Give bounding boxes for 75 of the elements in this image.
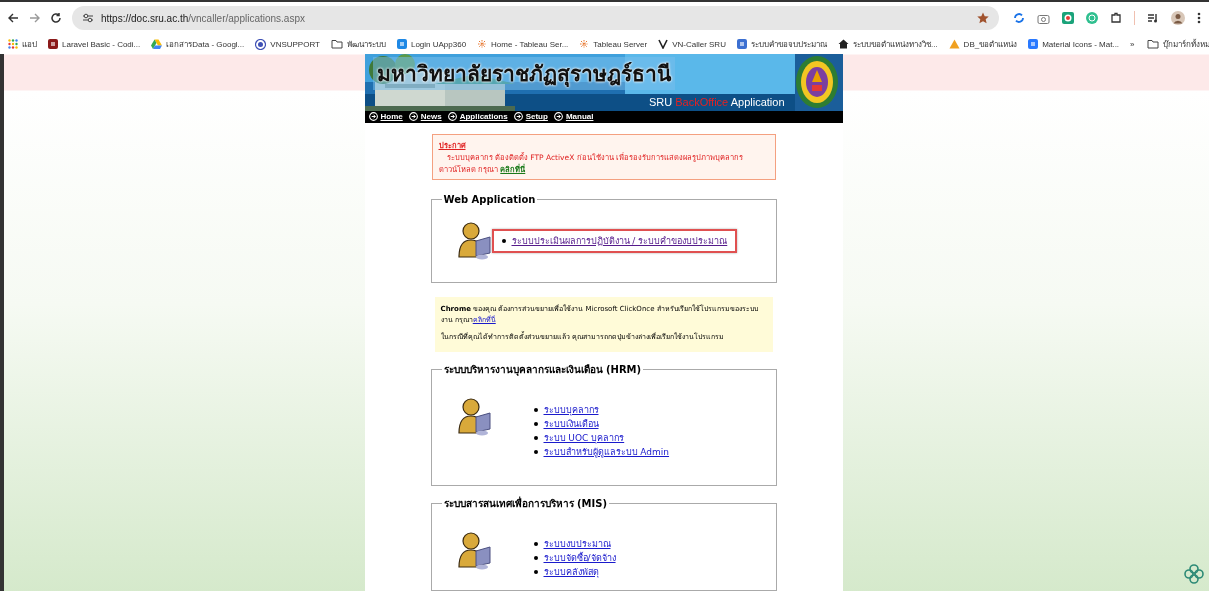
app-link[interactable]: ระบบเงินเดือน: [543, 417, 599, 432]
cross-favicon-icon[interactable]: [579, 39, 590, 49]
folder-icon[interactable]: [1146, 39, 1159, 49]
sync-icon[interactable]: [1013, 12, 1025, 24]
arrow-circle-icon: [447, 112, 457, 122]
arrow-circle-icon: [408, 112, 418, 122]
section-legend: Web Application: [441, 193, 538, 205]
house-icon[interactable]: [837, 39, 849, 49]
app-link[interactable]: ระบบบุคลากร: [543, 403, 599, 418]
all-bookmarks-item[interactable]: บุ๊กมาร์กทั้งหม: [1162, 37, 1209, 51]
bookmark-item[interactable]: Tableau Server: [593, 39, 648, 49]
bookmark-item[interactable]: VNSUPPORT: [270, 39, 320, 49]
bookmark-item[interactable]: พัฒนาระบบ: [346, 37, 386, 51]
nav-link[interactable]: News: [408, 112, 442, 122]
flower-icon[interactable]: [1183, 563, 1205, 585]
bullet-icon: [533, 569, 538, 574]
bookmark-item[interactable]: ระบบขอตำแหน่งทางวิช...: [852, 37, 938, 51]
site-settings-icon[interactable]: [82, 13, 94, 23]
address-bar[interactable]: https://doc.sru.ac.th/vncaller/applications.aspx: [72, 6, 999, 30]
bullet-icon: [533, 408, 538, 413]
record-extension-icon[interactable]: [1062, 12, 1074, 24]
user-computer-icon: [457, 530, 494, 571]
emblem-icon: [794, 55, 839, 110]
circle-favicon-icon[interactable]: [255, 38, 267, 50]
bullet-icon: [533, 541, 538, 546]
bullet-icon: [501, 238, 506, 243]
back-icon[interactable]: [8, 13, 19, 23]
v-letter-icon[interactable]: [658, 39, 669, 49]
bookmark-item[interactable]: Material Icons - Mat...: [1042, 39, 1120, 49]
bullet-icon: [533, 436, 538, 441]
app-link[interactable]: ระบบ UOC บุคลากร: [543, 431, 625, 446]
app-link[interactable]: ระบบสำหรับผู้ดูแลระบบ Admin: [543, 445, 670, 460]
camera-icon[interactable]: [1037, 12, 1050, 24]
square-favicon-icon[interactable]: [396, 39, 407, 49]
app-link[interactable]: ระบบคลังพัสดุ: [543, 564, 599, 579]
bookmark-star-icon[interactable]: [977, 12, 989, 24]
arrow-circle-icon: [368, 112, 378, 122]
forward-icon[interactable]: [29, 13, 40, 23]
media-queue-icon[interactable]: [1147, 12, 1159, 24]
bookmark-item[interactable]: VN-Caller SRU: [672, 39, 726, 49]
square-favicon-icon[interactable]: [48, 39, 58, 49]
user-computer-icon: [457, 220, 494, 261]
nav-link[interactable]: Home: [368, 112, 403, 122]
folder-icon[interactable]: [330, 39, 343, 49]
arrow-circle-icon: [553, 112, 563, 122]
section-legend: ระบบบริหารงานบุคลากรและเงินเดือน (HRM): [441, 362, 644, 378]
square-favicon-icon[interactable]: [1028, 39, 1039, 49]
nav-link[interactable]: Manual: [553, 112, 594, 122]
app-subtitle: SRU BackOffice Application: [648, 95, 785, 108]
bookmark-item[interactable]: Login UApp360: [410, 39, 467, 49]
bookmark-item[interactable]: Home - Tableau Ser...: [491, 39, 569, 49]
section-legend: ระบบสารสนเทศเพื่อการบริหาร (MIS): [441, 495, 609, 511]
app-link[interactable]: ระบบงบประมาณ: [543, 536, 611, 551]
arrow-circle-icon: [513, 112, 523, 122]
reload-icon[interactable]: [50, 12, 62, 24]
apps-grid-icon[interactable]: [8, 39, 18, 49]
bullet-icon: [533, 422, 538, 427]
bullet-icon: [533, 555, 538, 560]
app-link[interactable]: ระบบจัดซื้อ/จัดจ้าง: [543, 550, 616, 565]
nav-link[interactable]: Applications: [447, 112, 508, 122]
university-title: มหาวิทยาลัยราชภัฏสุราษฎร์ธานี: [372, 56, 675, 90]
bookmark-item[interactable]: แอป: [22, 37, 37, 51]
bullet-icon: [533, 450, 538, 455]
bookmark-item[interactable]: ระบบคำขอจบประมาณ: [750, 37, 827, 51]
bookmark-item[interactable]: เอกสารData - Googl...: [166, 37, 245, 51]
nav-link[interactable]: Setup: [513, 112, 548, 122]
more-bookmarks-button[interactable]: »: [1130, 37, 1135, 51]
square-favicon-icon[interactable]: [736, 39, 747, 49]
drive-triangle-icon[interactable]: [151, 39, 163, 49]
bookmark-item[interactable]: Laravel Basic - Codi...: [62, 39, 141, 49]
menu-icon[interactable]: [1197, 12, 1201, 24]
profile-avatar-icon[interactable]: [1171, 11, 1185, 25]
cross-favicon-icon[interactable]: [477, 39, 488, 49]
bookmark-item[interactable]: DB_ขอตำแหน่ง: [963, 37, 1018, 51]
user-computer-icon: [457, 397, 494, 438]
